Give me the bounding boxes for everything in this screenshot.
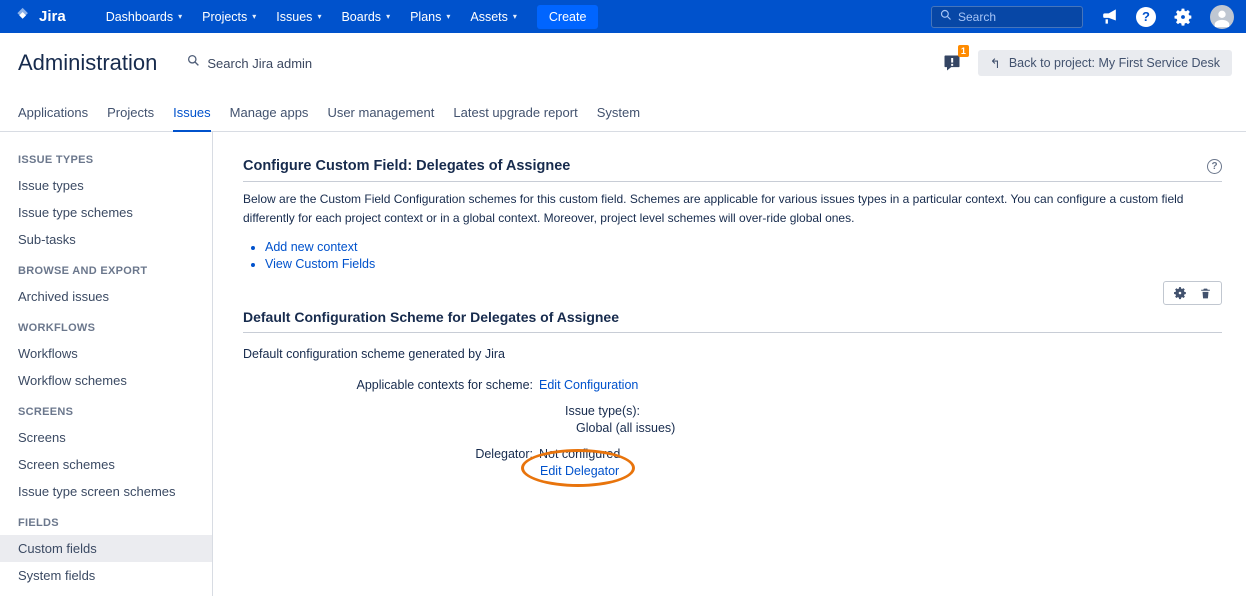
nav-item-assets[interactable]: Assets ▾: [460, 0, 527, 33]
announcements-megaphone-icon[interactable]: [1100, 7, 1119, 26]
scheme-details: Applicable contexts for scheme: Edit Con…: [243, 377, 1222, 480]
chevron-down-icon: ▾: [178, 12, 182, 21]
nav-item-plans[interactable]: Plans ▾: [400, 0, 460, 33]
return-arrow-icon: ↰: [990, 57, 1001, 70]
page-title: Configure Custom Field: Delegates of Ass…: [243, 158, 1207, 174]
nav-label: Assets: [470, 10, 508, 24]
scheme-tools: [1163, 281, 1222, 305]
help-question-icon[interactable]: ?: [1207, 159, 1222, 174]
edit-delegator-link[interactable]: Edit Delegator: [540, 464, 619, 478]
list-item: View Custom Fields: [265, 257, 1222, 271]
top-navigation: Jira Dashboards ▾ Projects ▾ Issues ▾ Bo…: [0, 0, 1246, 33]
admin-tabbar: Applications Projects Issues Manage apps…: [0, 93, 1246, 132]
sidebar-section-fields: FIELDS Custom fields System fields: [0, 505, 212, 589]
admin-search-input[interactable]: [207, 56, 467, 71]
sidebar-item-system-fields[interactable]: System fields: [0, 562, 212, 589]
sidebar-item-issue-type-schemes[interactable]: Issue type schemes: [0, 199, 212, 226]
section-title: WORKFLOWS: [0, 310, 212, 340]
sidebar-item-workflows[interactable]: Workflows: [0, 340, 212, 367]
jira-logo-text: Jira: [39, 8, 66, 25]
issue-types-value: Global (all issues): [576, 420, 1222, 437]
sidebar-item-sub-tasks[interactable]: Sub-tasks: [0, 226, 212, 253]
nav-label: Plans: [410, 10, 441, 24]
configure-gear-icon[interactable]: [1173, 286, 1187, 300]
jira-admin-page: Jira Dashboards ▾ Projects ▾ Issues ▾ Bo…: [0, 0, 1246, 596]
page-heading: Administration: [18, 50, 157, 76]
user-avatar[interactable]: [1210, 5, 1234, 29]
tab-manage-apps[interactable]: Manage apps: [230, 93, 309, 132]
sidebar-item-custom-fields[interactable]: Custom fields: [0, 535, 212, 562]
chevron-down-icon: ▾: [386, 12, 390, 21]
admin-header: Administration 1 ↰ Back to project: My F…: [0, 33, 1246, 93]
sidebar-section-screens: SCREENS Screens Screen schemes Issue typ…: [0, 394, 212, 505]
chevron-down-icon: ▾: [446, 12, 450, 21]
chevron-down-icon: ▾: [513, 12, 517, 21]
delegator-label: Delegator:: [243, 446, 539, 463]
sidebar-item-issue-type-screen-schemes[interactable]: Issue type screen schemes: [0, 478, 212, 505]
nav-item-issues[interactable]: Issues ▾: [266, 0, 331, 33]
create-button[interactable]: Create: [537, 5, 599, 29]
field-config-description: Below are the Custom Field Configuration…: [243, 190, 1222, 228]
search-icon: [940, 8, 952, 26]
chevron-down-icon: ▾: [317, 12, 321, 21]
contexts-label: Applicable contexts for scheme:: [243, 377, 539, 394]
issue-types-label: Issue type(s):: [565, 403, 1222, 420]
sidebar-item-workflow-schemes[interactable]: Workflow schemes: [0, 367, 212, 394]
sidebar-section-workflows: WORKFLOWS Workflows Workflow schemes: [0, 310, 212, 394]
back-to-project-button[interactable]: ↰ Back to project: My First Service Desk: [978, 50, 1232, 76]
section-title: BROWSE AND EXPORT: [0, 253, 212, 283]
sidebar-item-issue-types[interactable]: Issue types: [0, 172, 212, 199]
context-actions-list: Add new context View Custom Fields: [265, 240, 1222, 271]
edit-configuration-link[interactable]: Edit Configuration: [539, 378, 638, 392]
main-content: Configure Custom Field: Delegates of Ass…: [213, 132, 1246, 596]
view-custom-fields-link[interactable]: View Custom Fields: [265, 257, 375, 271]
back-button-label: Back to project: My First Service Desk: [1009, 56, 1220, 70]
help-icon[interactable]: ?: [1136, 7, 1156, 27]
tab-applications[interactable]: Applications: [18, 93, 88, 132]
feedback-icon[interactable]: 1: [942, 49, 962, 78]
section-title: ISSUE TYPES: [0, 142, 212, 172]
sidebar-item-screen-schemes[interactable]: Screen schemes: [0, 451, 212, 478]
chevron-down-icon: ▾: [252, 12, 256, 21]
jira-logo[interactable]: Jira: [14, 6, 66, 28]
section-title: SCREENS: [0, 394, 212, 424]
list-item: Add new context: [265, 240, 1222, 254]
global-search[interactable]: [931, 6, 1083, 28]
sidebar-section-issue-types: ISSUE TYPES Issue types Issue type schem…: [0, 142, 212, 253]
sidebar-item-screens[interactable]: Screens: [0, 424, 212, 451]
nav-label: Issues: [276, 10, 312, 24]
nav-item-projects[interactable]: Projects ▾: [192, 0, 266, 33]
gear-icon[interactable]: [1173, 7, 1193, 27]
scheme-subtitle: Default configuration scheme generated b…: [243, 347, 1222, 361]
delete-trash-icon[interactable]: [1199, 287, 1212, 300]
global-search-input[interactable]: [958, 10, 1074, 24]
tab-user-management[interactable]: User management: [327, 93, 434, 132]
nav-label: Boards: [341, 10, 381, 24]
sidebar-item-archived-issues[interactable]: Archived issues: [0, 283, 212, 310]
jira-logo-icon: [14, 6, 32, 28]
tab-projects[interactable]: Projects: [107, 93, 154, 132]
tab-latest-upgrade-report[interactable]: Latest upgrade report: [453, 93, 577, 132]
nav-label: Projects: [202, 10, 247, 24]
tab-issues[interactable]: Issues: [173, 93, 211, 132]
notification-badge: 1: [958, 45, 969, 57]
admin-sidebar: ISSUE TYPES Issue types Issue type schem…: [0, 132, 213, 596]
admin-search[interactable]: [187, 54, 942, 72]
delegator-value: Not configured: [539, 446, 620, 463]
nav-item-dashboards[interactable]: Dashboards ▾: [96, 0, 192, 33]
sidebar-section-browse-export: BROWSE AND EXPORT Archived issues: [0, 253, 212, 310]
add-new-context-link[interactable]: Add new context: [265, 240, 357, 254]
tab-system[interactable]: System: [597, 93, 640, 132]
section-title: FIELDS: [0, 505, 212, 535]
nav-label: Dashboards: [106, 10, 173, 24]
nav-item-boards[interactable]: Boards ▾: [331, 0, 400, 33]
scheme-title: Default Configuration Scheme for Delegat…: [243, 309, 1222, 333]
search-icon: [187, 54, 200, 72]
